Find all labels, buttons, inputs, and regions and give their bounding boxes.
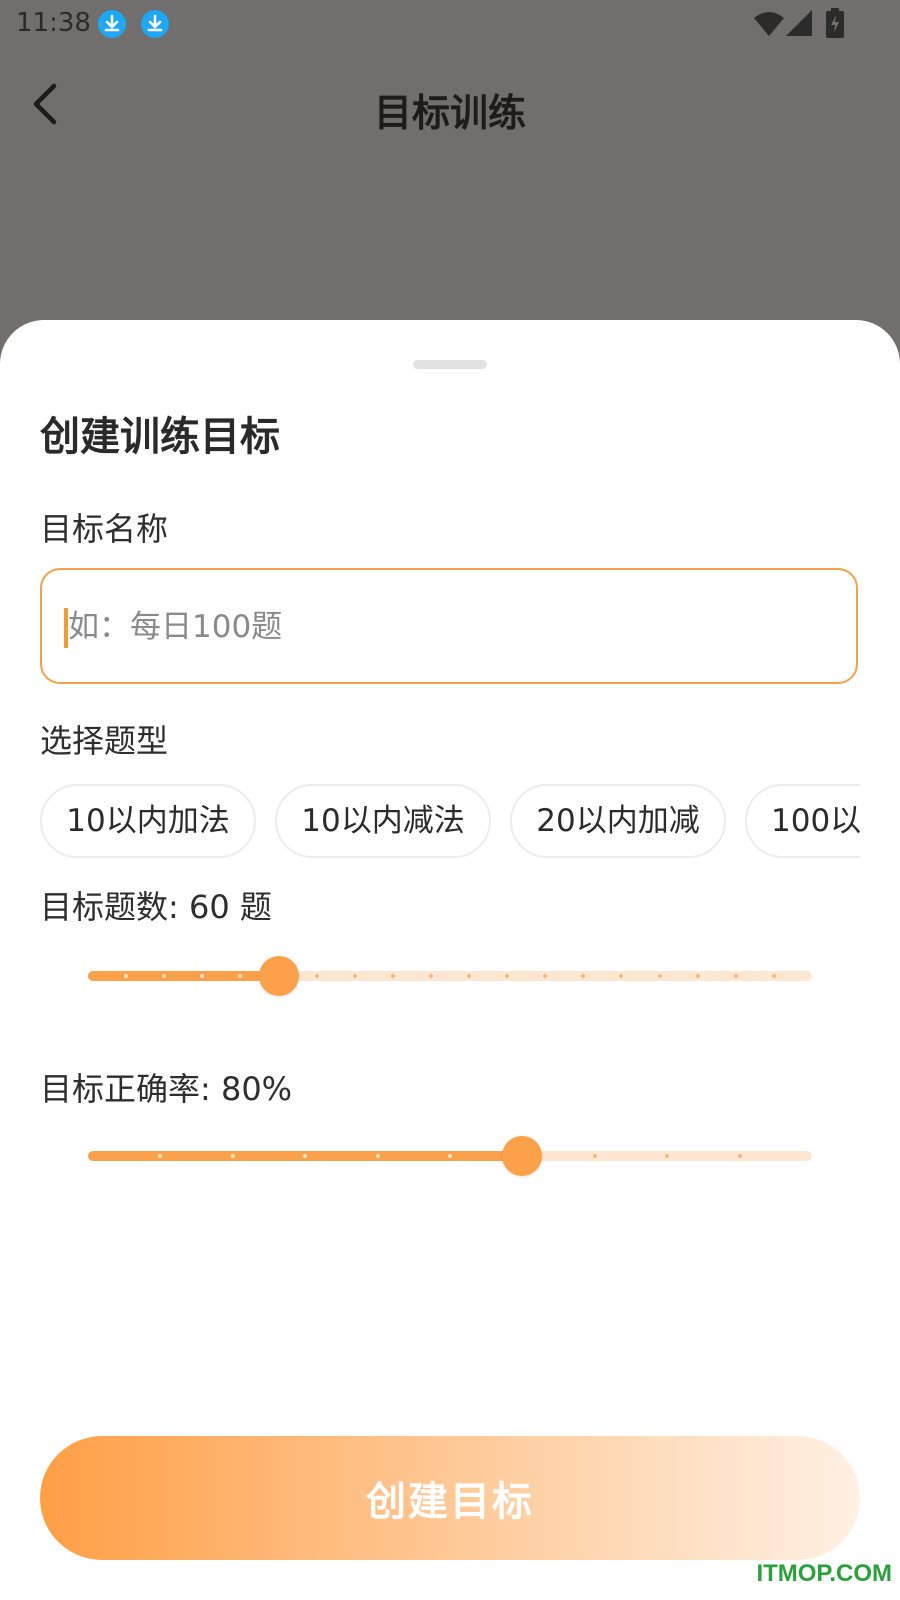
slider-tick-dot <box>733 974 738 978</box>
chip-add-subtract-within-20[interactable]: 20以内加减 <box>510 784 726 858</box>
slider-tick-dot <box>448 1154 452 1158</box>
slider-fill <box>88 971 279 981</box>
chip-subtract-within-10[interactable]: 10以内减法 <box>275 784 491 858</box>
slider-tick-dot <box>375 1154 380 1158</box>
slider-tick-dot <box>230 1154 235 1158</box>
target-accuracy-slider[interactable] <box>88 1136 812 1176</box>
page-title: 目标训练 <box>373 91 526 135</box>
chip-add-within-10[interactable]: 10以内加法 <box>40 784 256 858</box>
sheet-title: 创建训练目标 <box>40 414 280 460</box>
goal-name-field[interactable] <box>40 568 858 684</box>
slider-tick-dot <box>695 974 700 978</box>
slider-tick-dot <box>352 974 357 978</box>
question-type-label: 选择题型 <box>40 722 169 760</box>
question-type-chips: 10以内加法 10以内减法 20以内加减 100以 <box>40 784 860 862</box>
watermark: ITMOP.COM <box>756 1560 892 1587</box>
target-accuracy-label: 目标正确率: 80% <box>40 1070 293 1108</box>
slider-thumb[interactable] <box>502 1136 543 1176</box>
slider-tick-dot <box>657 974 662 978</box>
create-goal-button[interactable]: 创建目标 <box>40 1436 860 1560</box>
target-count-slider[interactable] <box>88 956 812 996</box>
goal-name-input[interactable] <box>66 570 830 684</box>
download-icon <box>141 10 169 38</box>
drag-handle[interactable] <box>413 360 487 369</box>
battery-icon <box>826 8 844 38</box>
slider-tick-dot <box>737 1154 742 1158</box>
create-goal-sheet: 创建训练目标 目标名称 选择题型 10以内加法 10以内减法 20以内加减 10… <box>0 320 900 1600</box>
app-header: 目标训练 <box>0 60 900 150</box>
chip-within-100[interactable]: 100以 <box>745 784 860 858</box>
slider-tick-dot <box>390 974 395 978</box>
signal-icon <box>786 10 812 36</box>
wifi-icon <box>754 12 784 36</box>
slider-tick-dot <box>592 1154 597 1158</box>
slider-tick-dot <box>314 974 319 978</box>
slider-tick-dot <box>771 974 776 978</box>
status-bar: 11:38 <box>0 0 900 48</box>
slider-thumb[interactable] <box>258 956 299 996</box>
status-time: 11:38 <box>16 8 91 38</box>
goal-name-label: 目标名称 <box>40 510 169 548</box>
target-count-label: 目标题数: 60 题 <box>40 888 272 926</box>
slider-tick-dot <box>428 974 433 978</box>
download-icon <box>98 10 126 38</box>
